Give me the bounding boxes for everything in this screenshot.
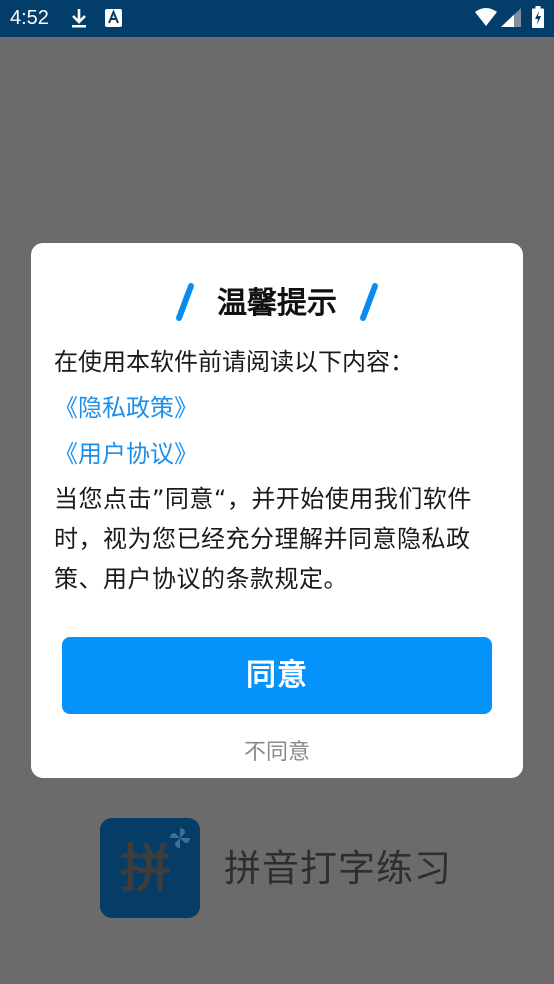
terms-text: 当您点击”同意“，并开始使用我们软件时，视为您已经充分理解并同意隐私政策、用户协… (54, 485, 472, 593)
agree-button[interactable]: 同意 (62, 637, 492, 714)
dialog-header: 温馨提示 (31, 279, 523, 329)
app-name: 拼音打字练习 (224, 847, 452, 890)
pinwheel-icon (168, 826, 192, 854)
battery-icon (532, 6, 544, 32)
dialog-body: 在使用本软件前请阅读以下内容： 《隐私政策》 《用户协议》 当您点击”同意“，并… (54, 339, 504, 599)
keyboard-a-icon (105, 9, 122, 31)
privacy-policy-link[interactable]: 《隐私政策》 (54, 385, 504, 431)
slash-right-icon (358, 282, 380, 326)
privacy-dialog: 温馨提示 在使用本软件前请阅读以下内容： 《隐私政策》 《用户协议》 当您点击”… (31, 243, 523, 778)
status-time: 4:52 (10, 7, 49, 29)
dialog-intro: 在使用本软件前请阅读以下内容： (54, 348, 414, 376)
slash-left-icon (174, 282, 196, 326)
user-agreement-link[interactable]: 《用户协议》 (54, 431, 504, 477)
disagree-button[interactable]: 不同意 (31, 737, 523, 769)
signal-icon (501, 8, 521, 31)
app-logo: 拼 (100, 818, 200, 918)
status-bar: 4:52 (0, 0, 554, 37)
download-icon (70, 8, 88, 32)
app-logo-glyph: 拼 (120, 840, 173, 900)
dialog-title: 温馨提示 (217, 286, 337, 321)
wifi-icon (475, 8, 497, 30)
